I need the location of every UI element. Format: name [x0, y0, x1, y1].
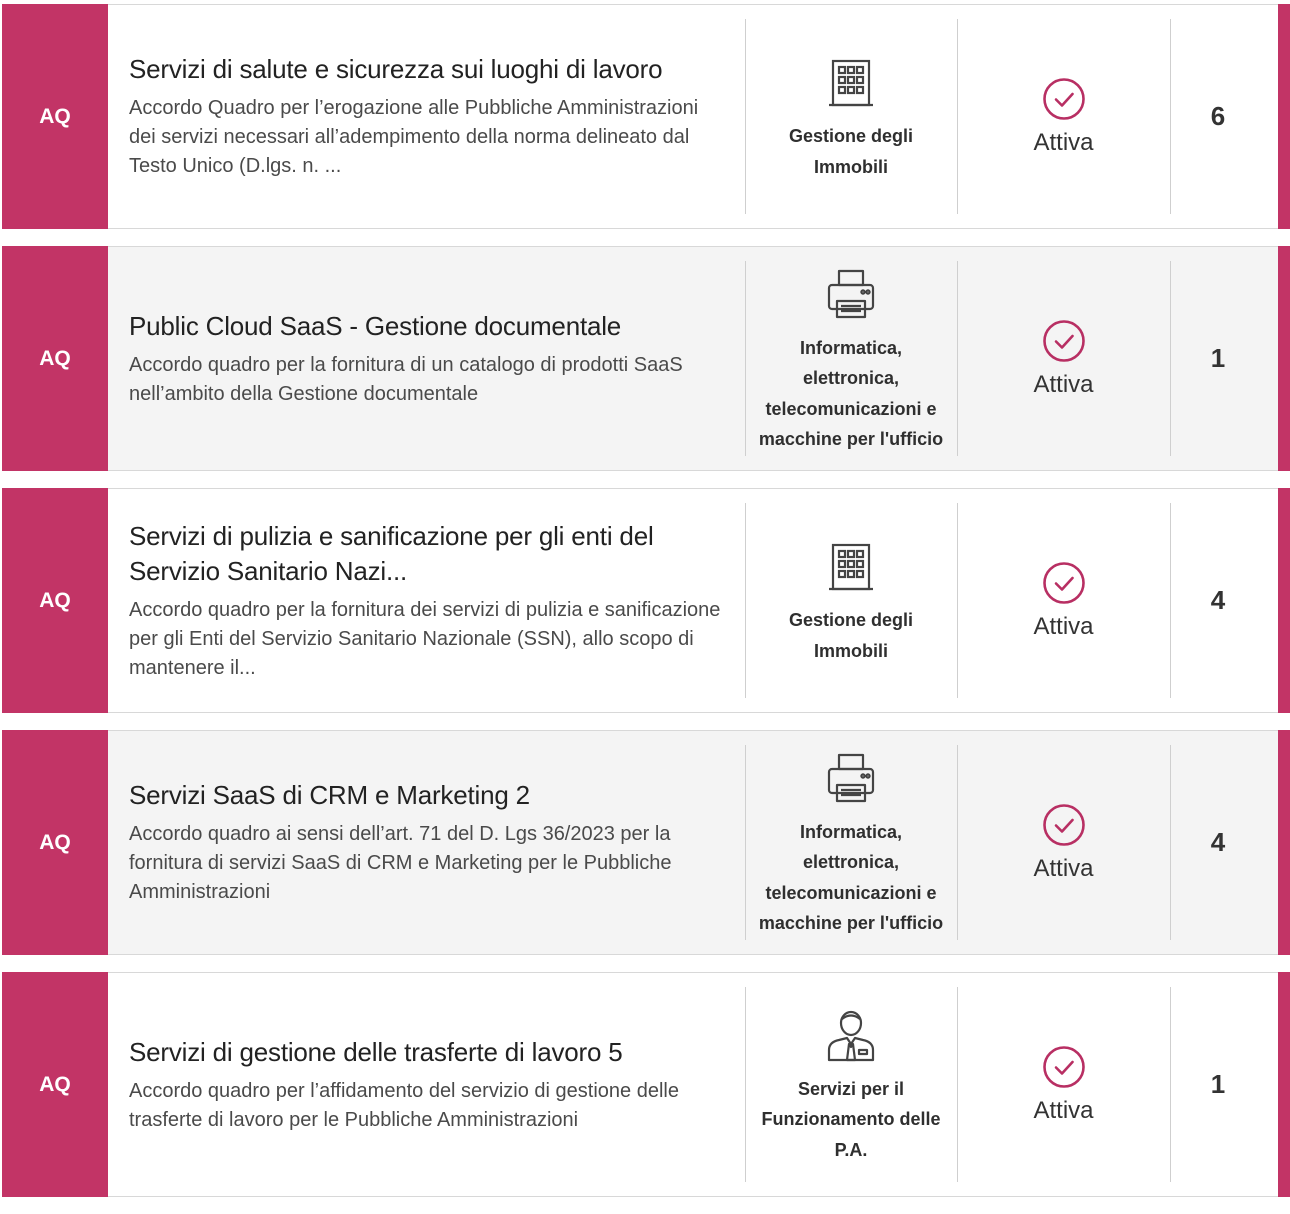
initiative-card[interactable]: AQ Servizi di pulizia e sanificazione pe… — [2, 488, 1290, 713]
category-column: Informatica, elettronica, telecomunicazi… — [745, 731, 957, 954]
type-badge: AQ — [2, 4, 108, 229]
status-column: Attiva — [957, 731, 1170, 954]
check-circle-icon — [1042, 561, 1086, 605]
category-label: Gestione degli Immobili — [788, 610, 914, 661]
count-column: 4 — [1170, 489, 1278, 712]
status-column: Attiva — [957, 489, 1170, 712]
card-main: Servizi SaaS di CRM e Marketing 2 Accord… — [108, 731, 745, 954]
initiative-card[interactable]: AQ Servizi SaaS di CRM e Marketing 2 Acc… — [2, 730, 1290, 955]
initiative-description: Accordo quadro per la fornitura dei serv… — [129, 598, 721, 679]
card-main: Servizi di pulizia e sanificazione per g… — [108, 489, 745, 712]
count-value: 1 — [1210, 343, 1226, 373]
category-column: Gestione degli Immobili — [745, 5, 957, 228]
building-icon — [823, 539, 879, 595]
initiative-description: Accordo quadro per l’affidamento del ser… — [129, 1079, 679, 1131]
category-label: Servizi per il Funzionamento delle P.A. — [761, 1078, 941, 1160]
check-circle-icon — [1042, 1045, 1086, 1089]
status-label: Attiva — [1033, 370, 1094, 398]
category-label: Informatica, elettronica, telecomunicazi… — [758, 821, 944, 934]
type-badge: AQ — [2, 730, 108, 955]
count-value: 6 — [1210, 101, 1226, 131]
count-column: 1 — [1170, 973, 1278, 1196]
count-column: 4 — [1170, 731, 1278, 954]
count-value: 4 — [1210, 585, 1226, 615]
initiative-title[interactable]: Servizi SaaS di CRM e Marketing 2 — [129, 778, 727, 813]
businessman-icon — [823, 1008, 879, 1064]
status-label: Attiva — [1033, 854, 1094, 882]
building-icon — [823, 55, 879, 111]
printer-icon — [823, 751, 879, 807]
check-circle-icon — [1042, 77, 1086, 121]
count-column: 1 — [1170, 247, 1278, 470]
initiatives-list: AQ Servizi di salute e sicurezza sui luo… — [2, 4, 1290, 1214]
initiative-title[interactable]: Servizi di pulizia e sanificazione per g… — [129, 519, 727, 589]
initiative-description: Accordo quadro per la fornitura di un ca… — [129, 353, 683, 405]
category-column: Servizi per il Funzionamento delle P.A. — [745, 973, 957, 1196]
category-column: Gestione degli Immobili — [745, 489, 957, 712]
initiative-title[interactable]: Servizi di gestione delle trasferte di l… — [129, 1035, 727, 1070]
status-column: Attiva — [957, 5, 1170, 228]
check-circle-icon — [1042, 319, 1086, 363]
type-badge: AQ — [2, 488, 108, 713]
initiative-card[interactable]: AQ Public Cloud SaaS - Gestione document… — [2, 246, 1290, 471]
type-badge: AQ — [2, 972, 108, 1197]
category-column: Informatica, elettronica, telecomunicazi… — [745, 247, 957, 470]
status-label: Attiva — [1033, 1096, 1094, 1124]
card-main: Servizi di gestione delle trasferte di l… — [108, 973, 745, 1196]
count-value: 1 — [1210, 1069, 1226, 1099]
initiative-description: Accordo quadro ai sensi dell’art. 71 del… — [129, 823, 672, 903]
status-label: Attiva — [1033, 128, 1094, 156]
printer-icon — [823, 267, 879, 323]
count-value: 4 — [1210, 827, 1226, 857]
status-label: Attiva — [1033, 612, 1094, 640]
status-column: Attiva — [957, 247, 1170, 470]
initiative-title[interactable]: Public Cloud SaaS - Gestione documentale — [129, 309, 727, 344]
card-main: Servizi di salute e sicurezza sui luoghi… — [108, 5, 745, 228]
initiative-card[interactable]: AQ Servizi di salute e sicurezza sui luo… — [2, 4, 1290, 229]
check-circle-icon — [1042, 803, 1086, 847]
status-column: Attiva — [957, 973, 1170, 1196]
category-label: Gestione degli Immobili — [788, 126, 914, 177]
card-main: Public Cloud SaaS - Gestione documentale… — [108, 247, 745, 470]
initiative-card[interactable]: AQ Servizi di gestione delle trasferte d… — [2, 972, 1290, 1197]
category-label: Informatica, elettronica, telecomunicazi… — [758, 337, 944, 450]
type-badge: AQ — [2, 246, 108, 471]
count-column: 6 — [1170, 5, 1278, 228]
initiative-description: Accordo Quadro per l’erogazione alle Pub… — [129, 97, 699, 177]
initiative-title[interactable]: Servizi di salute e sicurezza sui luoghi… — [129, 52, 727, 87]
